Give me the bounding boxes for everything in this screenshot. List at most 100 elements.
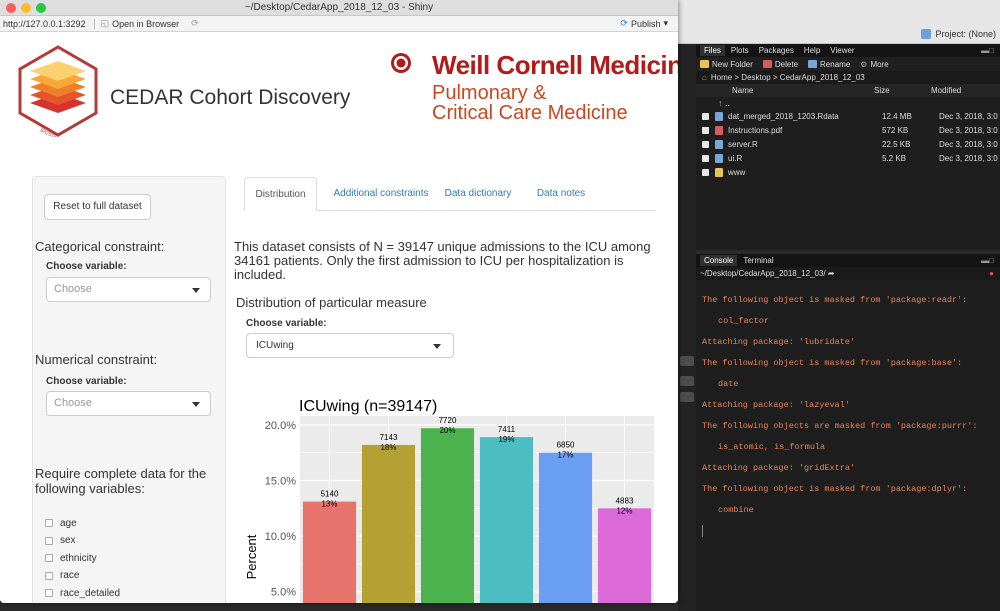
file-checkbox[interactable] [702,168,709,176]
require-heading-line-2: following variables: [35,481,145,496]
window-titlebar[interactable]: ~/Desktop/CedarApp_2018_12_03 - Shiny [0,0,678,16]
new-folder-icon [700,60,709,68]
refresh-icon[interactable]: ⟳ [191,18,199,29]
file-icon [715,111,723,121]
rename-button[interactable]: Rename [808,60,850,69]
checkbox[interactable] [45,519,53,527]
tab-additional-constraints[interactable]: Additional constraints [322,177,440,211]
column-modified[interactable]: Modified [931,86,961,95]
more-label: More [870,59,889,69]
console-path-bar: ~/Desktop/CedarApp_2018_12_03/ ➦ ● [696,267,1000,280]
tab-distribution[interactable]: Distribution [244,177,317,211]
file-checkbox[interactable] [702,126,709,134]
pane-control-icon[interactable] [680,356,694,366]
bar [361,444,416,603]
file-row[interactable]: dat_merged_2018_1203.Rdata 12.4 MB Dec 3, … [696,109,1000,123]
wcm-seal-icon [391,53,411,73]
rename-icon [808,60,818,68]
categorical-select-value: Choose [54,283,92,295]
project-menu[interactable]: Project: (None) [921,26,996,42]
bar [538,452,593,603]
bar [302,501,357,603]
file-row[interactable]: Instructions.pdf 572 KB Dec 3, 2018, 3:0 [696,123,1000,137]
file-row[interactable]: www [696,165,1000,179]
biostatistics-hex-logo: BIOSTATISTICS [18,45,98,137]
file-checkbox[interactable] [702,112,709,120]
bar [420,428,475,603]
minimize-icon[interactable]: ▬□ [981,46,994,55]
variable-select-value: ICUwing [256,340,294,351]
delete-button[interactable]: Delete [762,60,798,69]
checkbox[interactable] [45,589,53,597]
tab-files[interactable]: Files [700,45,725,56]
bar-count-label: 4883 [616,496,634,505]
file-checkbox[interactable] [702,140,709,148]
file-icon [715,125,723,135]
console-output[interactable]: The following object is masked from 'pac… [696,280,1000,537]
file-modified: Dec 3, 2018, 3:0 [939,111,998,121]
org-name: Weill Cornell Medicine [432,50,678,80]
column-size[interactable]: Size [874,86,931,95]
checkbox-row[interactable]: sex [45,534,76,548]
pane-control-icon[interactable] [680,376,694,386]
publish-label: Publish [630,18,661,29]
checkbox-row[interactable]: ethnicity [45,551,97,565]
console-line: is_atomic, is_formula [718,442,826,452]
numerical-heading: Numerical constraint: [35,352,158,367]
home-icon: ⌂ [702,73,707,82]
file-row[interactable]: server.R 22.5 KB Dec 3, 2018, 3:0 [696,137,1000,151]
new-folder-button[interactable]: New Folder [700,60,753,69]
reset-button[interactable]: Reset to full dataset [44,194,151,220]
checkbox-row[interactable]: race_detailed [45,586,120,600]
tab-console[interactable]: Console [700,255,738,266]
chevron-down-icon [433,344,441,349]
categorical-select[interactable]: Choose [46,277,211,302]
variable-select[interactable]: ICUwing [246,333,454,358]
tab-plots[interactable]: Plots [727,45,753,56]
file-size: 5.2 KB [882,153,907,163]
y-tick-label: 20.0% [265,420,296,432]
new-folder-label: New Folder [712,59,753,69]
files-pane-tabs: Files Plots Packages Help Viewer ▬□ [696,44,1000,57]
rename-label: Rename [820,59,851,69]
chevron-down-icon [192,402,200,407]
tab-viewer[interactable]: Viewer [826,45,858,56]
checkbox-row[interactable]: age [45,516,77,530]
minimize-icon[interactable]: ▬□ [981,256,994,265]
column-name[interactable]: Name [696,86,874,95]
bar-percent-label: 17% [557,451,573,460]
console-line: Attaching package: 'lubridate' [702,337,856,347]
console-line: col_factor [718,316,770,326]
tab-data-dictionary[interactable]: Data dictionary [426,177,530,211]
file-name[interactable]: dat_merged_2018_1203.Rdata [728,112,882,121]
go-to-dir-icon[interactable]: ➦ [828,269,835,278]
checkbox[interactable] [45,571,53,580]
console-pane: Console Terminal ▬□ ~/Desktop/CedarApp_2… [696,254,1000,611]
tab-terminal[interactable]: Terminal [739,255,777,266]
tab-data-notes[interactable]: Data notes [528,177,594,211]
file-size: 12.4 MB [882,111,912,121]
console-cursor[interactable] [702,525,703,537]
open-in-browser-button[interactable]: ◱ Open in Browser [101,18,180,29]
stop-icon[interactable]: ● [989,269,994,278]
tab-packages[interactable]: Packages [755,45,798,56]
y-tick-label: 10.0% [265,531,296,543]
checkbox-row[interactable]: race [45,569,79,583]
tab-help[interactable]: Help [800,45,824,56]
file-checkbox[interactable] [702,154,709,162]
file-name[interactable]: www [728,168,882,177]
more-button[interactable]: ⚙ More [860,60,888,69]
file-name[interactable]: server.R [728,140,882,149]
checkbox[interactable] [45,554,53,562]
file-row[interactable]: ui.R 5.2 KB Dec 3, 2018, 3:0 [696,151,1000,165]
checkbox[interactable] [45,536,53,545]
url-field[interactable]: http://127.0.0.1:3292 [3,19,86,29]
parent-folder-row[interactable]: ↑ .. [696,97,1000,109]
file-name[interactable]: ui.R [728,154,882,163]
publish-button[interactable]: ⟳ Publish ▾ [620,18,668,29]
file-name[interactable]: Instructions.pdf [728,126,882,135]
categorical-heading: Categorical constraint: [35,239,165,254]
breadcrumb[interactable]: ⌂ Home > Desktop > CedarApp_2018_12_03 [696,71,1000,84]
pane-control-icon[interactable] [680,392,694,402]
numerical-select[interactable]: Choose [46,391,211,416]
